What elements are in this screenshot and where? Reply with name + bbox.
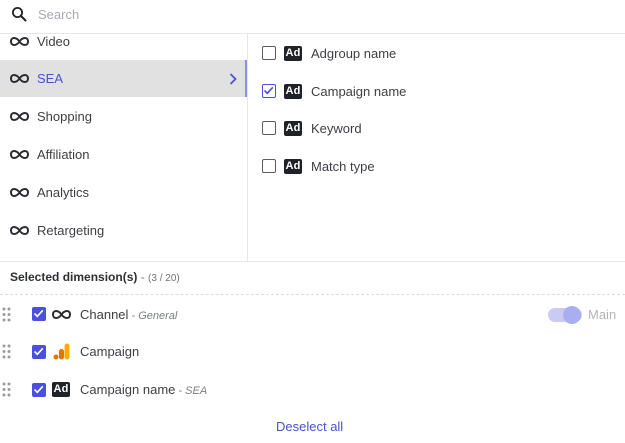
channel-item-affiliation[interactable]: Affiliation bbox=[0, 136, 246, 173]
toggle-knob bbox=[563, 306, 581, 324]
drag-handle-icon[interactable] bbox=[2, 344, 11, 359]
selected-row-channel: Channel - General Main bbox=[0, 295, 625, 333]
checkbox-checked[interactable] bbox=[32, 345, 46, 359]
selected-dimensions-header: Selected dimension(s) - (3 / 20) bbox=[10, 270, 180, 284]
drag-handle-icon[interactable] bbox=[2, 382, 11, 397]
channel-item-retargeting[interactable]: Retargeting bbox=[0, 212, 246, 249]
infinity-icon bbox=[10, 74, 29, 83]
ad-badge-icon: Ad bbox=[284, 45, 302, 61]
dimension-label: Adgroup name bbox=[311, 45, 397, 61]
checkbox[interactable] bbox=[262, 46, 276, 60]
deselect-all-link[interactable]: Deselect all bbox=[276, 419, 343, 434]
count-separator: - bbox=[137, 270, 149, 284]
dimension-name: Channel bbox=[80, 307, 129, 322]
dimension-option-match-type[interactable]: Ad Match type bbox=[248, 147, 625, 185]
infinity-icon bbox=[10, 188, 29, 197]
drag-handle-icon[interactable] bbox=[2, 307, 11, 322]
checkbox-checked[interactable] bbox=[262, 84, 276, 98]
channel-label: SEA bbox=[37, 71, 64, 86]
ad-badge-icon: Ad bbox=[52, 382, 70, 397]
channel-label: Affiliation bbox=[37, 147, 90, 162]
dimension-list: Ad Adgroup name Ad Campaign name Ad Keyw… bbox=[248, 34, 625, 261]
channel-item-sea[interactable]: SEA bbox=[0, 60, 247, 97]
dimension-label: Keyword bbox=[311, 120, 362, 136]
check-icon bbox=[33, 385, 44, 394]
dimension-name: Campaign name bbox=[80, 382, 176, 397]
channel-item-video[interactable]: Video bbox=[0, 34, 246, 60]
checkbox-checked[interactable] bbox=[32, 383, 46, 397]
divider bbox=[0, 261, 625, 262]
chevron-right-icon bbox=[229, 72, 237, 85]
check-icon bbox=[263, 86, 274, 95]
channel-list: Video SEA Shopping Affiliation Analytics… bbox=[0, 34, 247, 261]
dimension-label: Campaign name bbox=[311, 83, 407, 99]
checkbox[interactable] bbox=[262, 121, 276, 135]
main-toggle-label: Main bbox=[588, 307, 617, 322]
ad-badge-icon: Ad bbox=[284, 158, 302, 174]
ad-badge-icon: Ad bbox=[284, 120, 302, 136]
selected-row-campaign: Campaign bbox=[0, 333, 625, 371]
infinity-icon bbox=[10, 112, 29, 121]
channel-label: Analytics bbox=[37, 185, 90, 200]
channel-label: Video bbox=[37, 34, 71, 49]
selected-row-campaign-name: Ad Campaign name - SEA bbox=[0, 371, 625, 409]
dimension-label: Match type bbox=[311, 158, 375, 174]
check-icon bbox=[33, 309, 44, 318]
dimension-option-campaign-name[interactable]: Ad Campaign name bbox=[248, 72, 625, 110]
dimension-context: SEA bbox=[185, 385, 208, 397]
dimension-option-adgroup-name[interactable]: Ad Adgroup name bbox=[248, 34, 625, 72]
channel-item-shopping[interactable]: Shopping bbox=[0, 98, 246, 135]
context-separator: - bbox=[128, 310, 139, 322]
infinity-icon bbox=[52, 310, 71, 319]
channel-label: Shopping bbox=[37, 109, 92, 124]
search-icon bbox=[12, 7, 27, 22]
context-separator: - bbox=[175, 385, 186, 397]
section-title: Selected dimension(s) bbox=[10, 270, 138, 284]
google-analytics-icon bbox=[53, 343, 70, 360]
channel-label: Retargeting bbox=[37, 223, 105, 238]
dimension-context: General bbox=[138, 310, 178, 322]
check-icon bbox=[33, 347, 44, 356]
infinity-icon bbox=[10, 226, 29, 235]
main-toggle[interactable] bbox=[548, 306, 582, 324]
search-input[interactable] bbox=[38, 4, 598, 24]
infinity-icon bbox=[10, 150, 29, 159]
ad-badge-icon: Ad bbox=[284, 83, 302, 99]
search-bar bbox=[0, 0, 625, 30]
checkbox[interactable] bbox=[262, 159, 276, 173]
dimension-option-keyword[interactable]: Ad Keyword bbox=[248, 109, 625, 147]
checkbox-checked[interactable] bbox=[32, 307, 46, 321]
selected-count: (3 / 20) bbox=[148, 273, 180, 284]
infinity-icon bbox=[10, 37, 29, 46]
channel-item-analytics[interactable]: Analytics bbox=[0, 174, 246, 211]
dimension-name: Campaign bbox=[80, 344, 140, 359]
